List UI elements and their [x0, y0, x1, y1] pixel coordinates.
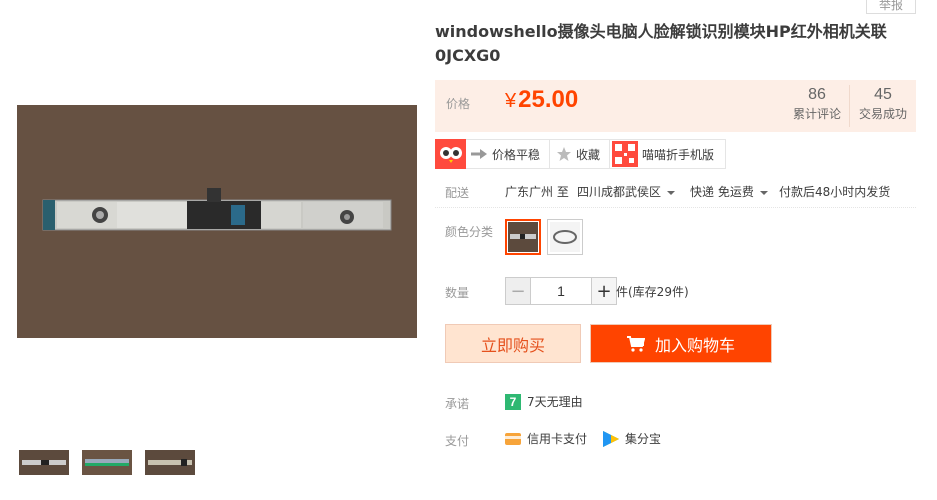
deals-stat[interactable]: 45 交易成功 — [853, 86, 913, 122]
thumbnail-image-1[interactable] — [19, 450, 69, 475]
ship-method-label: 快递 免运费 — [690, 185, 754, 199]
chevron-down-icon — [667, 190, 676, 195]
credit-card-icon — [505, 432, 521, 446]
return-policy[interactable]: 7 7天无理由 — [505, 393, 583, 410]
credit-card-payment[interactable]: 信用卡支付 — [505, 430, 587, 447]
cart-icon — [626, 335, 645, 352]
qr-code-icon — [612, 141, 638, 167]
chevron-down-icon — [759, 190, 768, 195]
price-panel: 价格 ¥25.00 86 累计评论 45 交易成功 — [435, 80, 916, 132]
reviews-label: 累计评论 — [792, 107, 841, 121]
price-trend-label: 价格平稳 — [492, 147, 541, 162]
shipping-label: 配送 — [445, 186, 470, 200]
jifenbao-payment[interactable]: 集分宝 — [603, 430, 661, 447]
ship-from: 广东广州 至 — [505, 185, 569, 199]
mobile-version-button[interactable]: 喵喵折手机版 — [610, 139, 726, 169]
stock-text: 件(库存29件) — [616, 285, 689, 299]
stat-divider — [849, 85, 850, 127]
report-link[interactable]: 举报 — [866, 0, 916, 14]
tools-bar: 价格平稳 收藏 喵喵折手机版 — [435, 139, 726, 169]
credit-card-label: 信用卡支付 — [527, 432, 588, 446]
reviews-count: 86 — [808, 86, 826, 103]
quantity-input[interactable]: 1 — [531, 277, 591, 305]
return-policy-text: 7天无理由 — [527, 395, 583, 409]
price-trend-button[interactable]: 价格平稳 — [466, 139, 550, 169]
price-value: ¥25.00 — [505, 86, 578, 114]
product-title: windowshello摄像头电脑人脸解锁识别模块HP红外相机关联0JCXG0 — [435, 22, 887, 65]
color-label: 颜色分类 — [445, 225, 494, 239]
star-icon — [556, 146, 572, 162]
quantity-stepper: − 1 + — [505, 277, 617, 305]
color-option-1[interactable] — [505, 219, 541, 255]
owl-logo-icon[interactable] — [435, 139, 466, 169]
add-to-cart-label: 加入购物车 — [654, 335, 735, 355]
favorite-button[interactable]: 收藏 — [550, 139, 610, 169]
payment-label: 支付 — [445, 434, 470, 448]
promise-label: 承诺 — [445, 397, 470, 411]
ship-to-select[interactable]: 四川成都武侯区 — [577, 183, 676, 200]
buy-now-button[interactable]: 立即购买 — [445, 324, 581, 363]
add-to-cart-button[interactable]: 加入购物车 — [590, 324, 772, 363]
arrow-right-icon — [470, 148, 488, 160]
quantity-label: 数量 — [445, 286, 470, 300]
favorite-label: 收藏 — [576, 147, 601, 162]
deals-count: 45 — [874, 86, 892, 103]
dispatch-time: 付款后48小时内发货 — [779, 185, 891, 199]
currency-symbol: ¥ — [505, 90, 517, 112]
reviews-stat[interactable]: 86 累计评论 — [787, 86, 847, 122]
shipping-row: 配送 广东广州 至 四川成都武侯区 快递 免运费 付款后48小时内发货 — [435, 176, 916, 208]
jifenbao-icon — [603, 430, 619, 447]
quantity-minus-button[interactable]: − — [505, 277, 531, 305]
color-option-2[interactable] — [547, 219, 583, 255]
ship-method-select[interactable]: 快递 免运费 — [690, 183, 768, 200]
thumbnail-image-3[interactable] — [145, 450, 195, 475]
mobile-version-label: 喵喵折手机版 — [642, 147, 715, 162]
price-amount: 25.00 — [518, 86, 579, 113]
thumbnail-image-2[interactable] — [82, 450, 132, 475]
jifenbao-label: 集分宝 — [625, 432, 662, 446]
price-label: 价格 — [446, 97, 471, 111]
main-product-image — [17, 105, 417, 338]
ship-to-label: 四川成都武侯区 — [577, 185, 662, 199]
seven-day-icon: 7 — [505, 393, 521, 410]
quantity-plus-button[interactable]: + — [591, 277, 617, 305]
deals-label: 交易成功 — [858, 107, 907, 121]
